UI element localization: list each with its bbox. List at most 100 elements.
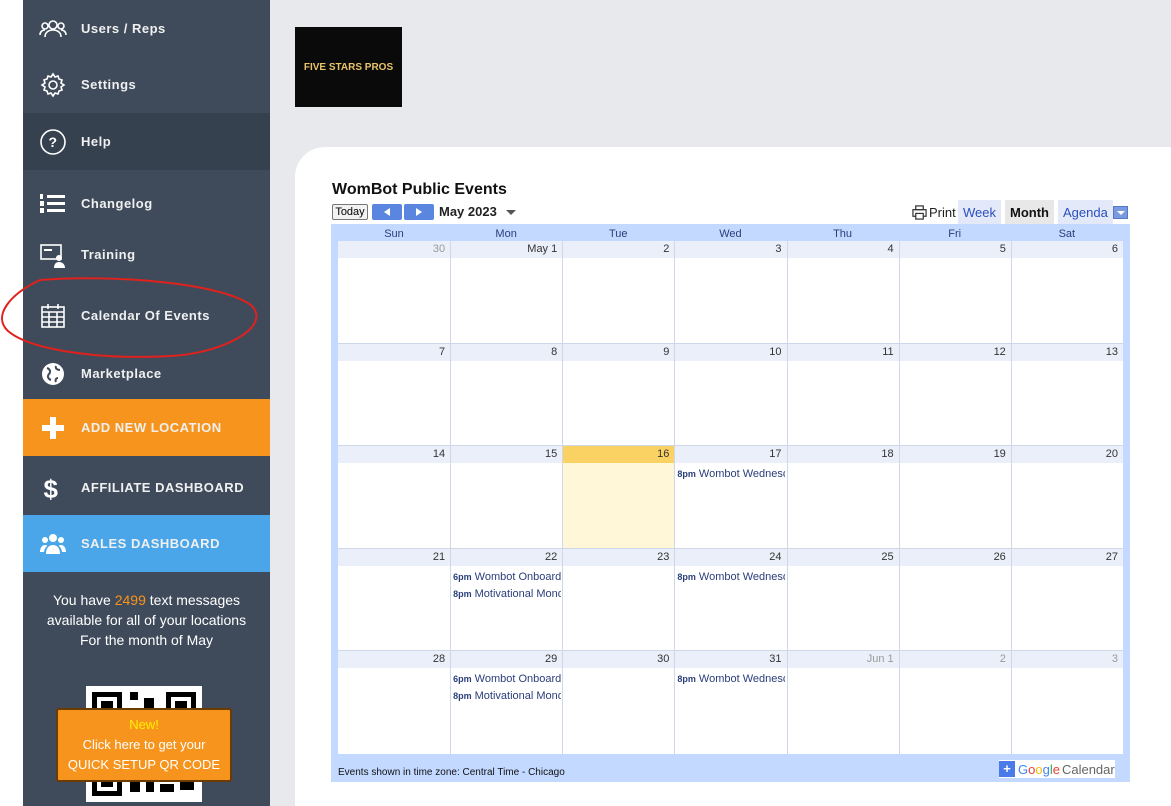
current-month-label[interactable]: May 2023	[439, 204, 497, 219]
day-number[interactable]: 28	[338, 651, 451, 669]
qr-line1: Click here to get your	[82, 737, 206, 752]
sidebar-item-label: Users / Reps	[81, 21, 166, 36]
prev-month-button[interactable]	[372, 204, 402, 220]
gcal-letter: o	[1028, 761, 1036, 777]
sidebar-item-users-reps[interactable]: Users / Reps	[23, 0, 270, 57]
calendar-event[interactable]: 8pmWombot Wednesday	[677, 672, 785, 686]
day-number[interactable]: 17	[674, 446, 787, 464]
day-number[interactable]: 9	[562, 343, 675, 361]
calendar-event[interactable]: 8pmWombot Wednesday	[677, 467, 785, 481]
event-time: 8pm	[453, 588, 472, 599]
day-number[interactable]: 21	[338, 548, 451, 566]
day-number[interactable]: 30	[338, 241, 451, 258]
left-gutter	[0, 0, 23, 806]
gcal-letter: e	[1052, 761, 1060, 777]
list-icon	[38, 189, 68, 219]
day-number[interactable]: 13	[1010, 343, 1123, 361]
sidebar-item-calendar-of-events[interactable]: Calendar Of Events	[23, 287, 270, 344]
sidebar-item-label: Calendar Of Events	[81, 308, 210, 323]
event-title: Motivational Monday	[474, 690, 562, 703]
event-title: Wombot Onboarding	[474, 570, 562, 583]
event-title: Wombot Onboarding	[474, 673, 562, 686]
chevron-down-icon[interactable]	[506, 210, 516, 215]
sidebar-item-changelog[interactable]: Changelog	[23, 175, 270, 232]
day-number[interactable]: 5	[898, 241, 1011, 258]
day-number[interactable]: 26	[898, 548, 1011, 566]
event-time: 6pm	[453, 571, 472, 582]
group-icon	[38, 529, 68, 559]
calendar-event[interactable]: 8pmMotivational Monday	[453, 689, 561, 703]
svg-text:$: $	[44, 474, 59, 502]
gcal-letter: g	[1042, 761, 1050, 777]
sidebar-item-label: Help	[81, 134, 112, 149]
today-button[interactable]: Today	[332, 204, 368, 220]
sms-count: 2499	[114, 592, 146, 608]
day-number[interactable]: 15	[450, 446, 563, 464]
day-number[interactable]: 11	[786, 343, 899, 361]
day-number[interactable]: 8	[450, 343, 563, 361]
day-number[interactable]: 7	[338, 343, 451, 361]
day-number[interactable]: 3	[1010, 651, 1123, 669]
timezone-note: Events shown in time zone: Central Time …	[338, 767, 565, 778]
day-number[interactable]: 19	[898, 446, 1011, 464]
add-new-location-button[interactable]: ADD NEW LOCATION	[23, 399, 270, 456]
calendar-event[interactable]: 6pmWombot Onboarding	[453, 570, 561, 584]
next-month-button[interactable]	[404, 204, 434, 220]
sidebar-item-training[interactable]: Training	[23, 226, 270, 283]
affiliate-dashboard-button[interactable]: $ AFFILIATE DASHBOARD	[23, 459, 270, 516]
day-number[interactable]: 24	[674, 548, 787, 566]
sidebar: Users / Reps Settings ? Help Changelog T…	[23, 0, 270, 806]
day-number[interactable]: 29	[450, 651, 563, 669]
sidebar-item-label: Marketplace	[81, 366, 162, 381]
day-number[interactable]: 18	[786, 446, 899, 464]
day-number[interactable]: 2	[562, 241, 675, 258]
day-divider	[450, 241, 452, 754]
day-number[interactable]: 14	[338, 446, 451, 464]
sidebar-item-marketplace[interactable]: Marketplace	[23, 345, 270, 402]
day-number[interactable]: 22	[450, 548, 563, 566]
chevron-right-icon	[416, 208, 422, 216]
google-calendar-button[interactable]: + Google Calendar	[999, 760, 1115, 778]
weekday-header: Tue	[608, 228, 628, 240]
sidebar-item-settings[interactable]: Settings	[23, 56, 270, 113]
day-number[interactable]: 6	[1010, 241, 1123, 258]
week-divider	[338, 547, 1123, 549]
quick-setup-qr-button[interactable]: New! Click here to get your QUICK SETUP …	[56, 708, 232, 782]
calendar-event[interactable]: 6pmWombot Onboarding	[453, 672, 561, 686]
day-number[interactable]: May 1	[450, 241, 563, 258]
tab-month[interactable]: Month	[1005, 200, 1054, 225]
tab-week[interactable]: Week	[958, 200, 1001, 225]
tab-agenda[interactable]: Agenda	[1058, 200, 1113, 225]
event-title: Wombot Wednesday	[698, 570, 785, 583]
week-divider	[338, 342, 1123, 344]
day-number[interactable]: 31	[674, 651, 787, 669]
calendar-event[interactable]: 8pmMotivational Monday	[453, 587, 561, 601]
event-title: Wombot Wednesday	[698, 673, 785, 686]
day-number[interactable]: Jun 1	[786, 651, 899, 669]
day-number[interactable]: 3	[674, 241, 787, 258]
calendar-event[interactable]: 8pmWombot Wednesday	[677, 570, 785, 584]
event-time: 8pm	[453, 691, 472, 702]
weekday-header: Fri	[948, 228, 962, 240]
sms-suffix: text messages	[149, 592, 241, 608]
sidebar-item-help[interactable]: ? Help	[23, 113, 270, 170]
view-menu-caret[interactable]	[1113, 206, 1128, 219]
day-number[interactable]: 12	[898, 343, 1011, 361]
day-number[interactable]: 30	[562, 651, 675, 669]
day-number[interactable]: 20	[1010, 446, 1123, 464]
print-button[interactable]: Print	[912, 205, 956, 220]
day-number[interactable]: 2	[898, 651, 1011, 669]
day-number[interactable]: 27	[1010, 548, 1123, 566]
day-number[interactable]: 10	[674, 343, 787, 361]
help-icon: ?	[38, 127, 68, 157]
day-number[interactable]: 23	[562, 548, 675, 566]
day-number[interactable]: 4	[786, 241, 899, 258]
day-number[interactable]: 16	[562, 446, 675, 464]
today-cell[interactable]	[562, 463, 675, 549]
sidebar-item-label: Settings	[81, 77, 137, 92]
gcal-letter: o	[1035, 761, 1043, 777]
day-number[interactable]: 25	[786, 548, 899, 566]
day-divider	[1010, 241, 1012, 754]
sales-dashboard-button[interactable]: SALES DASHBOARD	[23, 515, 270, 572]
week-divider	[338, 650, 1123, 652]
